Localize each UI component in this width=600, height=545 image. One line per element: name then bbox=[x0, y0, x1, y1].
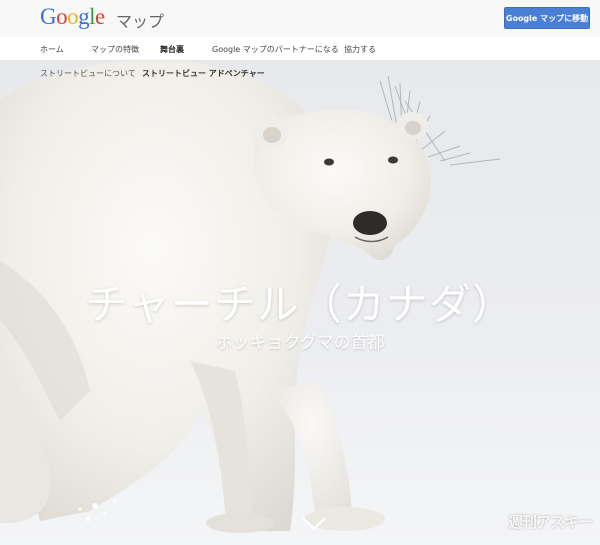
nav-item-partners[interactable]: Google マップのパートナーになる bbox=[212, 44, 339, 55]
chevron-down-icon[interactable] bbox=[302, 517, 326, 531]
subnav-item-street-view-adventure[interactable]: ストリートビュー アドベンチャー bbox=[142, 68, 265, 79]
top-header: Google マップ Google マップに移動 bbox=[0, 0, 600, 37]
watermark-logo: 週刊アスキー bbox=[507, 513, 593, 531]
product-name: マップ bbox=[116, 12, 165, 31]
hero-title: チャーチル（カナダ） bbox=[85, 280, 515, 329]
subnav-item-about-street-view[interactable]: ストリートビューについて bbox=[40, 68, 136, 79]
nav-item-home[interactable]: ホーム bbox=[40, 44, 64, 55]
nav-item-behind-the-scenes[interactable]: 舞台裏 bbox=[160, 44, 184, 55]
nav-item-contribute[interactable]: 協力する bbox=[344, 44, 376, 55]
nav-item-features[interactable]: マップの特徴 bbox=[91, 44, 139, 55]
hero-section: ストリートビューについて ストリートビュー アドベンチャー チャーチル（カナダ）… bbox=[0, 61, 600, 545]
main-nav: ホーム マップの特徴 舞台裏 Google マップのパートナーになる 協力する bbox=[0, 37, 600, 61]
hero-subtitle: ホッキョクグマの首都 bbox=[215, 333, 385, 353]
go-to-maps-button[interactable]: Google マップに移動 bbox=[504, 7, 590, 29]
google-logo[interactable]: Google bbox=[40, 4, 105, 30]
